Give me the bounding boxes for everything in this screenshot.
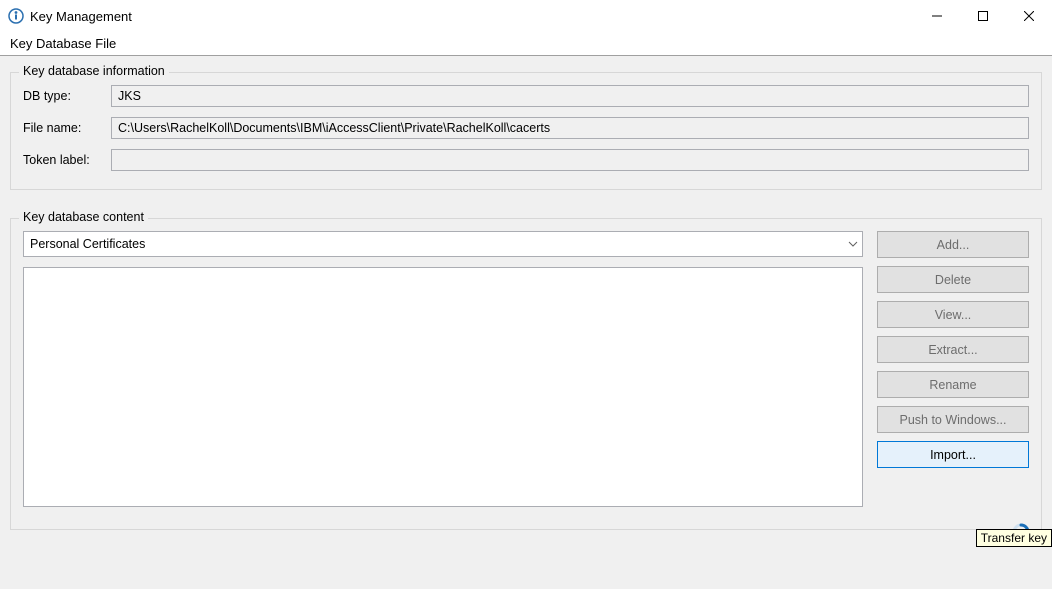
window-title: Key Management [30, 9, 914, 24]
app-icon [8, 8, 24, 24]
menubar: Key Database File [0, 32, 1052, 56]
group-legend-content: Key database content [19, 210, 148, 224]
rename-button[interactable]: Rename [877, 371, 1029, 398]
window-controls [914, 0, 1052, 32]
view-button[interactable]: View... [877, 301, 1029, 328]
chevron-down-icon [844, 241, 862, 247]
menu-key-database-file[interactable]: Key Database File [6, 34, 120, 53]
tooltip-transfer-key: Transfer key [976, 529, 1052, 547]
import-button[interactable]: Import... [877, 441, 1029, 468]
db-type-label: DB type: [23, 89, 111, 103]
token-label-field[interactable] [111, 149, 1029, 171]
close-button[interactable] [1006, 0, 1052, 32]
key-database-content-group: Key database content Personal Certificat… [10, 218, 1042, 530]
minimize-button[interactable] [914, 0, 960, 32]
db-type-row: DB type: [23, 85, 1029, 107]
add-button[interactable]: Add... [877, 231, 1029, 258]
certificate-listbox[interactable] [23, 267, 863, 507]
extract-button[interactable]: Extract... [877, 336, 1029, 363]
key-database-information-group: Key database information DB type: File n… [10, 72, 1042, 190]
file-name-field[interactable] [111, 117, 1029, 139]
file-name-label: File name: [23, 121, 111, 135]
certificate-category-dropdown[interactable]: Personal Certificates [23, 231, 863, 257]
maximize-button[interactable] [960, 0, 1006, 32]
db-type-field[interactable] [111, 85, 1029, 107]
push-to-windows-button[interactable]: Push to Windows... [877, 406, 1029, 433]
window-titlebar: Key Management [0, 0, 1052, 32]
group-legend-db-info: Key database information [19, 64, 169, 78]
dropdown-selected-text: Personal Certificates [30, 237, 844, 251]
file-name-row: File name: [23, 117, 1029, 139]
token-label-row: Token label: [23, 149, 1029, 171]
token-label-label: Token label: [23, 153, 111, 167]
panel-area: Key database information DB type: File n… [0, 56, 1052, 589]
delete-button[interactable]: Delete [877, 266, 1029, 293]
